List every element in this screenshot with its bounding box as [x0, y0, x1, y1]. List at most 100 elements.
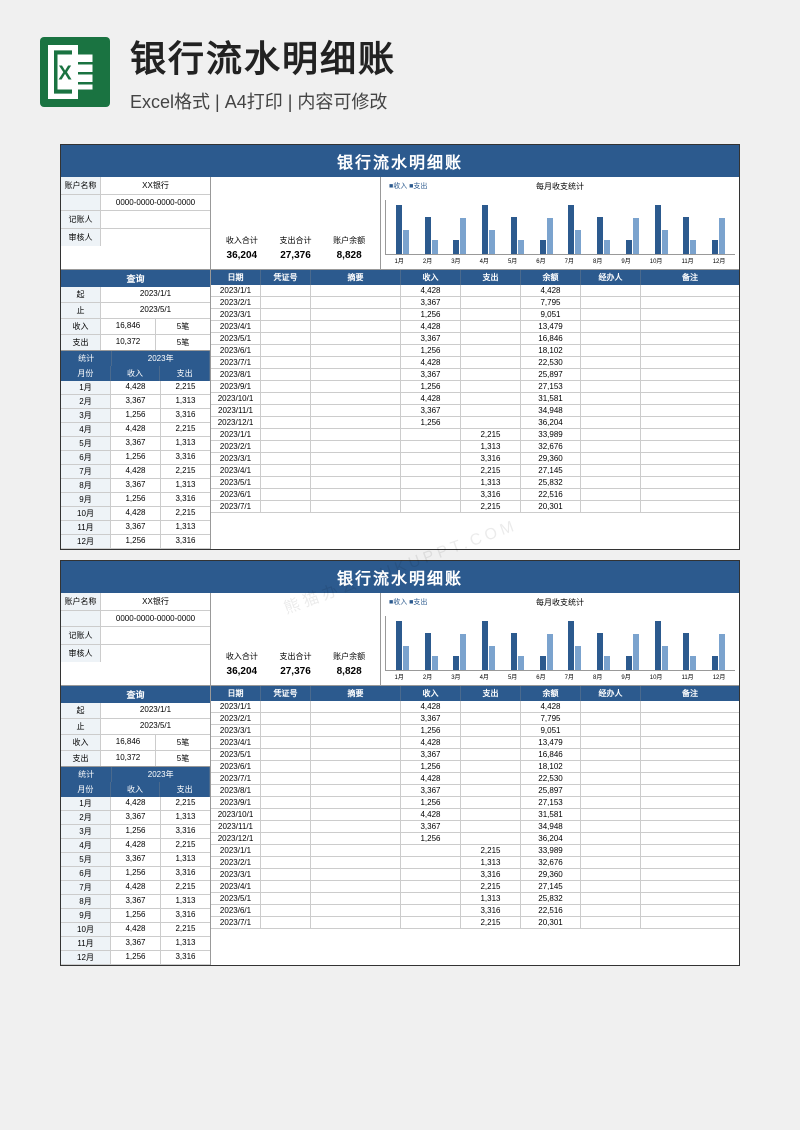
cell-date: 2023/6/1 [211, 905, 261, 916]
cell-voucher [261, 749, 311, 760]
cell-date: 2023/3/1 [211, 725, 261, 736]
cell-handler [581, 321, 641, 332]
bottom-section: 查询 起2023/1/1 止2023/5/1 收入16,8465笔 支出10,3… [61, 686, 739, 965]
cell-voucher [261, 869, 311, 880]
income-bar [683, 217, 689, 254]
income-bar [482, 205, 488, 254]
cell-remark [641, 405, 739, 416]
cell-income: 3,367 [401, 333, 461, 344]
income-bar [597, 633, 603, 670]
cell-expense [461, 345, 521, 356]
stat-expense: 1,313 [161, 895, 210, 908]
cell-income: 1,256 [401, 309, 461, 320]
expense-bar [604, 240, 610, 254]
expense-bar [489, 230, 495, 254]
q-income-count: 5笔 [156, 735, 210, 750]
cell-remark [641, 345, 739, 356]
cell-income: 3,367 [401, 369, 461, 380]
cell-expense: 1,313 [461, 857, 521, 868]
cell-balance: 27,145 [521, 881, 581, 892]
cell-summary [311, 297, 401, 308]
stats-header: 统计 [61, 351, 112, 366]
cell-voucher [261, 881, 311, 892]
cell-balance: 32,676 [521, 857, 581, 868]
table-row: 2023/1/1 4,428 4,428 [211, 285, 739, 297]
cell-remark [641, 845, 739, 856]
cell-income: 1,256 [401, 345, 461, 356]
stat-expense: 3,316 [161, 493, 210, 506]
expense-bar [633, 634, 639, 670]
bar-pair [568, 621, 581, 670]
stat-expense: 1,313 [161, 937, 210, 950]
stat-expense: 2,215 [161, 797, 210, 810]
cell-date: 2023/9/1 [211, 381, 261, 392]
h-voucher: 凭证号 [261, 270, 311, 285]
expense-total-label: 支出合计 [279, 651, 311, 662]
table-row: 2023/8/1 3,367 25,897 [211, 369, 739, 381]
col-expense: 支出 [160, 366, 210, 381]
stat-income: 4,428 [111, 423, 161, 436]
expense-bar [403, 646, 409, 670]
expense-bar [432, 240, 438, 254]
cell-income [401, 881, 461, 892]
bar-pair [511, 217, 524, 254]
cell-voucher [261, 465, 311, 476]
cell-voucher [261, 761, 311, 772]
stat-month: 10月 [61, 923, 111, 936]
x-label: 2月 [423, 256, 432, 265]
bar-pair [453, 634, 466, 670]
expense-bar [432, 656, 438, 670]
cell-remark [641, 917, 739, 928]
x-label: 10月 [650, 672, 663, 681]
auditor-value [101, 645, 210, 662]
x-label: 5月 [508, 256, 517, 265]
stat-row: 9月 1,256 3,316 [61, 493, 210, 507]
cell-income [401, 441, 461, 452]
bar-pair [540, 634, 553, 670]
cell-remark [641, 309, 739, 320]
h-voucher: 凭证号 [261, 686, 311, 701]
cell-date: 2023/6/1 [211, 489, 261, 500]
stat-row: 1月 4,428 2,215 [61, 797, 210, 811]
income-bar [597, 217, 603, 254]
stat-month: 10月 [61, 507, 111, 520]
cell-balance: 4,428 [521, 701, 581, 712]
chart-title: 每月收支统计 [385, 597, 735, 608]
bar-pair [568, 205, 581, 254]
table-row: 2023/6/1 3,316 22,516 [211, 489, 739, 501]
cell-income: 1,256 [401, 797, 461, 808]
cell-summary [311, 905, 401, 916]
cell-remark [641, 749, 739, 760]
cell-balance: 31,581 [521, 393, 581, 404]
expense-bar [719, 634, 725, 670]
income-total-label: 收入合计 [226, 235, 258, 246]
expense-bar [575, 646, 581, 670]
q-expense-value: 10,372 [101, 335, 156, 350]
cell-remark [641, 333, 739, 344]
cell-handler [581, 785, 641, 796]
cell-balance: 33,989 [521, 845, 581, 856]
cell-summary [311, 701, 401, 712]
expense-bar [547, 634, 553, 670]
acc-name-value: XX银行 [101, 177, 210, 194]
table-row: 2023/11/1 3,367 34,948 [211, 821, 739, 833]
cell-date: 2023/11/1 [211, 821, 261, 832]
income-bar [626, 656, 632, 670]
cell-income: 4,428 [401, 357, 461, 368]
balance-total-label: 账户余额 [333, 235, 365, 246]
cell-balance: 32,676 [521, 441, 581, 452]
table-header: 日期 凭证号 摘要 收入 支出 余额 经办人 备注 [211, 686, 739, 701]
expense-bar [575, 230, 581, 254]
sheet-title: 银行流水明细账 [61, 145, 739, 177]
stat-row: 10月 4,428 2,215 [61, 923, 210, 937]
chart-legend: ■收入 ■支出 [389, 181, 427, 191]
cell-handler [581, 749, 641, 760]
bar-pair [626, 634, 639, 670]
table-row: 2023/11/1 3,367 34,948 [211, 405, 739, 417]
cell-handler [581, 309, 641, 320]
cell-income: 1,256 [401, 381, 461, 392]
account-box: 账户名称XX银行 0000-0000-0000-0000 记账人 审核人 [61, 177, 211, 269]
table-row: 2023/4/1 4,428 13,479 [211, 321, 739, 333]
stat-income: 3,367 [111, 395, 161, 408]
cell-balance: 18,102 [521, 345, 581, 356]
